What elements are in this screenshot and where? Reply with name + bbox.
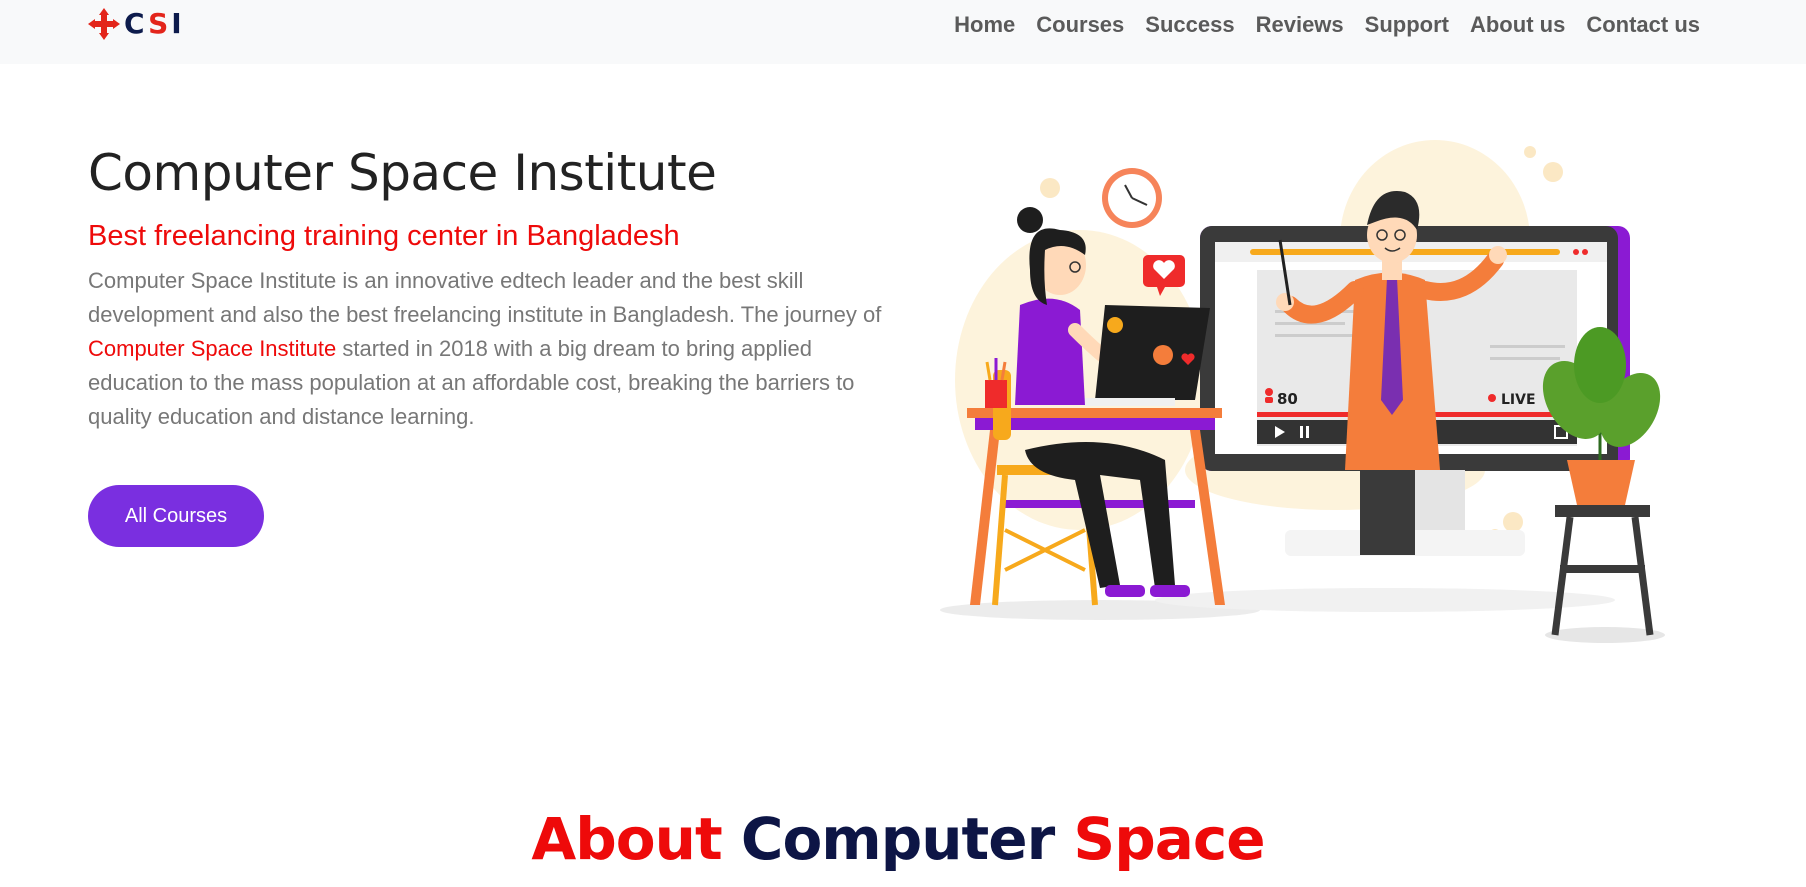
bg-dot-4	[1503, 512, 1523, 532]
stool	[1551, 505, 1654, 636]
hero-illustration: 80 LIVE	[940, 140, 1665, 643]
nav-item-success[interactable]: Success	[1145, 12, 1234, 38]
clock-icon	[1102, 168, 1162, 228]
viewer-count-text: 80	[1277, 390, 1298, 408]
pencil-cup-icon	[985, 358, 1007, 408]
laptop-icon	[1085, 305, 1210, 406]
live-text: LIVE	[1501, 392, 1536, 408]
hero-description: Computer Space Institute is an innovativ…	[88, 264, 888, 434]
about-section-title: About Computer Space	[0, 800, 1796, 878]
logo-cross-icon	[88, 8, 120, 40]
nav-item-contact-us[interactable]: Contact us	[1586, 12, 1700, 38]
nav-item-about-us[interactable]: About us	[1470, 12, 1565, 38]
bg-dot-2	[1543, 162, 1563, 182]
hero-desc-highlight[interactable]: Computer Space Institute	[88, 336, 336, 361]
hero-desc-part1: Computer Space Institute is an innovativ…	[88, 268, 882, 327]
nav-item-reviews[interactable]: Reviews	[1256, 12, 1344, 38]
about-title-word-computer: Computer	[740, 805, 1055, 873]
logo-letter-s: S	[148, 7, 172, 40]
hero-title: Computer Space Institute	[88, 144, 717, 202]
bg-dot-3	[1524, 146, 1536, 158]
all-courses-button[interactable]: All Courses	[88, 485, 264, 547]
logo-letter-i: I	[171, 7, 185, 40]
nav-item-support[interactable]: Support	[1365, 12, 1449, 38]
site-logo[interactable]: CSI	[88, 8, 185, 40]
main-nav: Home Courses Success Reviews Support Abo…	[933, 0, 1700, 50]
logo-text: CSI	[124, 8, 185, 40]
about-title-word-about: About	[531, 805, 722, 873]
nav-item-home[interactable]: Home	[954, 12, 1015, 38]
bg-dot-1	[1040, 178, 1060, 198]
hero-subtitle: Best freelancing training center in Bang…	[88, 220, 680, 252]
navbar: CSI Home Courses Success Reviews Support…	[0, 0, 1806, 64]
nav-item-courses[interactable]: Courses	[1036, 12, 1124, 38]
logo-letter-c: C	[124, 7, 149, 40]
about-title-word-space: Space	[1073, 805, 1265, 873]
